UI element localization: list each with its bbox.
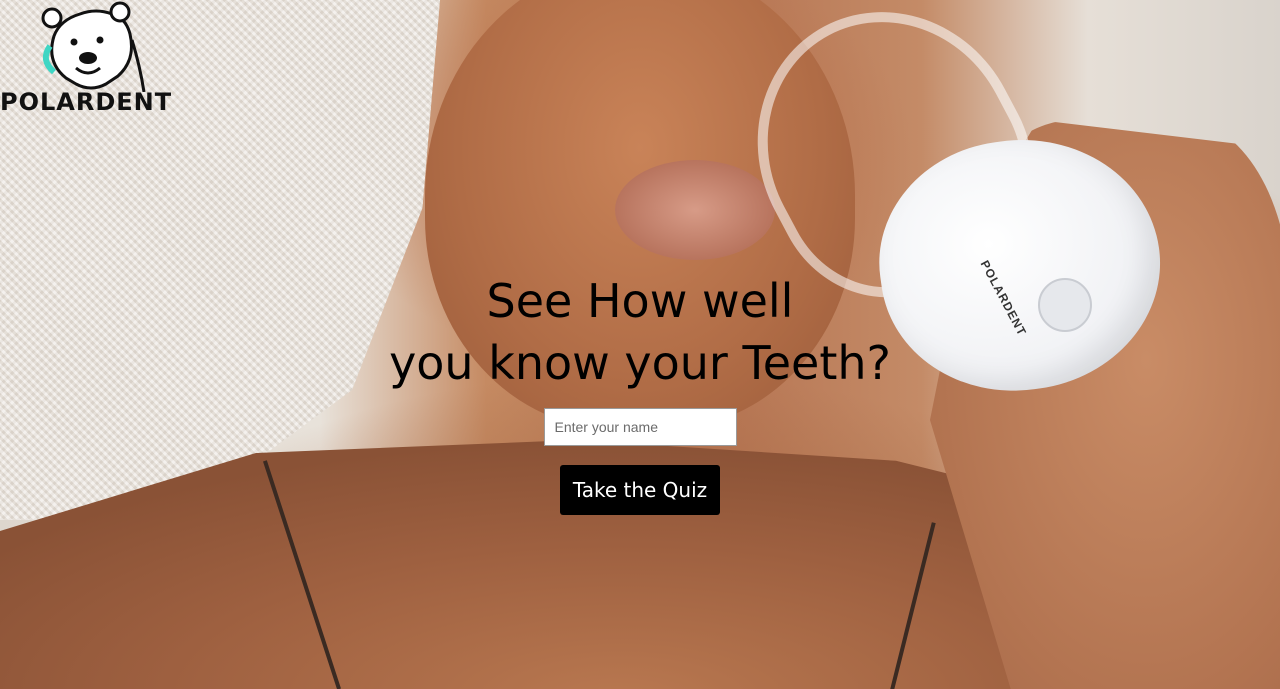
take-quiz-button[interactable]: Take the Quiz [560, 465, 720, 515]
background-lips [615, 160, 775, 260]
brand-name: POLARDENT [0, 88, 173, 116]
hero-section: See How well you know your Teeth? Take t… [0, 270, 1280, 515]
landing-page: POLARDENT POLARDENT See How well you kno… [0, 0, 1280, 689]
headline-line-1: See How well [486, 274, 794, 328]
brand-logo[interactable]: POLARDENT [0, 0, 190, 118]
hero-headline: See How well you know your Teeth? [0, 270, 1280, 394]
polar-bear-icon [41, 1, 146, 92]
headline-line-2: you know your Teeth? [389, 336, 891, 390]
name-input[interactable] [543, 408, 737, 446]
